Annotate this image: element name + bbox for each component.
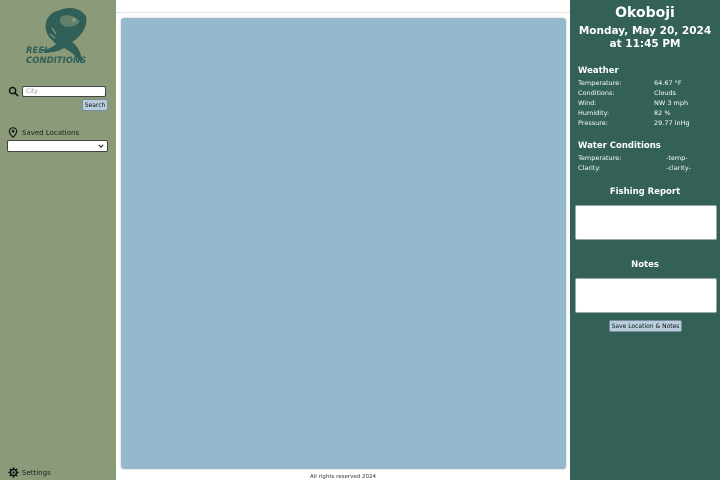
settings-link[interactable]: Settings [8, 467, 51, 478]
weather-value: 64.67 °F [654, 79, 682, 87]
search-button[interactable]: Search [82, 99, 108, 111]
map-view[interactable] [121, 18, 566, 469]
logo-text-line2: CONDITIONS [26, 56, 87, 66]
water-row-temperature: Temperature: -temp- [578, 153, 718, 163]
location-title: Okoboji [615, 5, 675, 21]
weather-row-conditions: Conditions: Clouds [578, 88, 718, 98]
fishing-report-textarea[interactable] [575, 205, 717, 240]
sidebar: REEL CONDITIONS Search Saved Locations [0, 0, 116, 480]
weather-heading: Weather [578, 66, 619, 76]
search-row [8, 86, 106, 97]
water-value: -temp- [666, 154, 688, 162]
chevron-down-icon [98, 144, 104, 148]
footer-text: All rights reserved 2024 [309, 474, 376, 480]
water-label: Clarity: [578, 164, 601, 172]
save-location-notes-button[interactable]: Save Location & Notes [609, 320, 682, 332]
notes-textarea[interactable] [575, 278, 717, 313]
weather-value: Clouds [654, 89, 676, 97]
weather-label: Wind: [578, 99, 597, 107]
saved-locations-select[interactable] [7, 140, 108, 152]
logo-text-line1: REEL [26, 46, 50, 56]
weather-label: Humidity: [578, 109, 610, 117]
location-pin-icon [8, 127, 18, 138]
weather-value: 82 % [654, 109, 671, 117]
city-search-input[interactable] [22, 86, 106, 97]
weather-value: 29.77 inHg [654, 119, 690, 127]
location-datetime: Monday, May 20, 2024 at 11:45 PM [578, 25, 712, 50]
settings-label: Settings [22, 468, 51, 477]
saved-locations-header: Saved Locations [8, 127, 79, 138]
fishing-report-heading: Fishing Report [609, 187, 681, 197]
water-value: -clarity- [666, 164, 691, 172]
weather-row-wind: Wind: NW 3 mph [578, 98, 718, 108]
logo-text: REEL CONDITIONS [26, 46, 96, 66]
water-conditions-heading: Water Conditions [578, 141, 661, 151]
top-bar [116, 0, 570, 13]
water-label: Temperature: [578, 154, 622, 162]
weather-label: Conditions: [578, 89, 615, 97]
notes-heading: Notes [631, 260, 659, 270]
conditions-panel: Okoboji Monday, May 20, 2024 at 11:45 PM… [570, 0, 720, 480]
search-icon [8, 86, 19, 97]
weather-row-pressure: Pressure: 29.77 inHg [578, 118, 718, 128]
saved-locations-label: Saved Locations [22, 128, 80, 137]
water-row-clarity: Clarity: -clarity- [578, 163, 718, 173]
gear-icon [8, 467, 19, 478]
weather-label: Temperature: [578, 79, 622, 87]
weather-row-temperature: Temperature: 64.67 °F [578, 78, 718, 88]
weather-label: Pressure: [578, 119, 608, 127]
weather-value: NW 3 mph [654, 99, 689, 107]
weather-row-humidity: Humidity: 82 % [578, 108, 718, 118]
